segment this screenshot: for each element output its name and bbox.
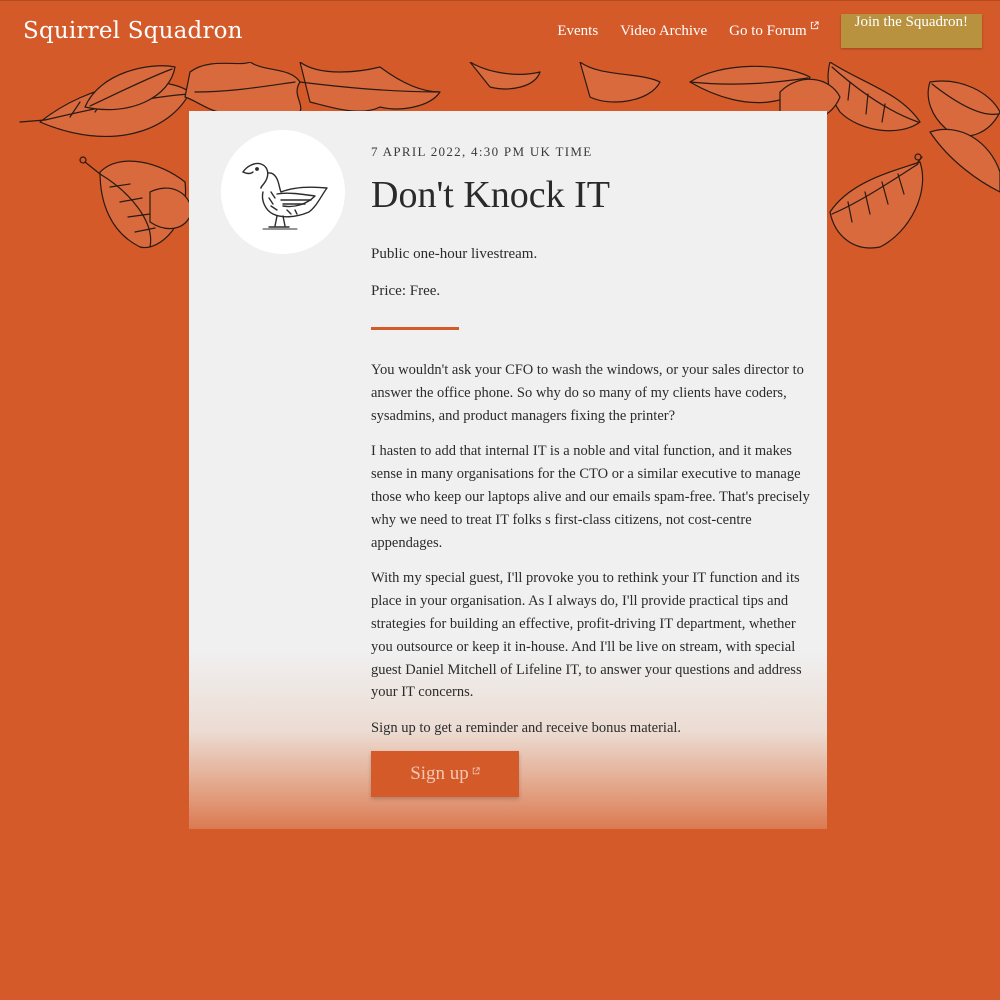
event-title: Don't Knock IT [371, 174, 611, 216]
nav-video-archive[interactable]: Video Archive [620, 23, 707, 40]
main-nav: Events Video Archive Go to Forum Join th… [557, 14, 982, 48]
signup-prompt: Sign up to get a reminder and receive bo… [371, 720, 682, 737]
event-avatar [221, 130, 345, 254]
event-card: 7 APRIL 2022, 4:30 PM UK TIME Don't Knoc… [189, 111, 827, 829]
event-format: Public one-hour livestream. [371, 246, 538, 262]
event-price: Price: Free. [371, 283, 441, 299]
nav-events[interactable]: Events [557, 23, 598, 40]
site-logo[interactable]: Squirrel Squadron [23, 18, 243, 44]
event-date: 7 APRIL 2022, 4:30 PM UK TIME [371, 144, 593, 159]
nav-forum-label: Go to Forum [729, 22, 807, 39]
event-description: You wouldn't ask your CFO to wash the wi… [371, 359, 811, 753]
nav-go-to-forum[interactable]: Go to Forum [729, 20, 819, 40]
site-header: Squirrel Squadron Events Video Archive G… [0, 0, 1000, 63]
divider [371, 327, 459, 330]
sign-up-label: Sign up [410, 763, 469, 784]
external-link-icon [472, 767, 480, 775]
description-paragraph: With my special guest, I'll provoke you … [371, 570, 802, 701]
sign-up-button[interactable]: Sign up [371, 751, 519, 797]
description-paragraph: I hasten to add that internal IT is a no… [371, 443, 810, 551]
description-paragraph: You wouldn't ask your CFO to wash the wi… [371, 362, 804, 424]
join-squadron-button[interactable]: Join the Squadron! [840, 14, 982, 48]
duck-illustration [242, 162, 328, 230]
external-link-icon [810, 20, 819, 30]
